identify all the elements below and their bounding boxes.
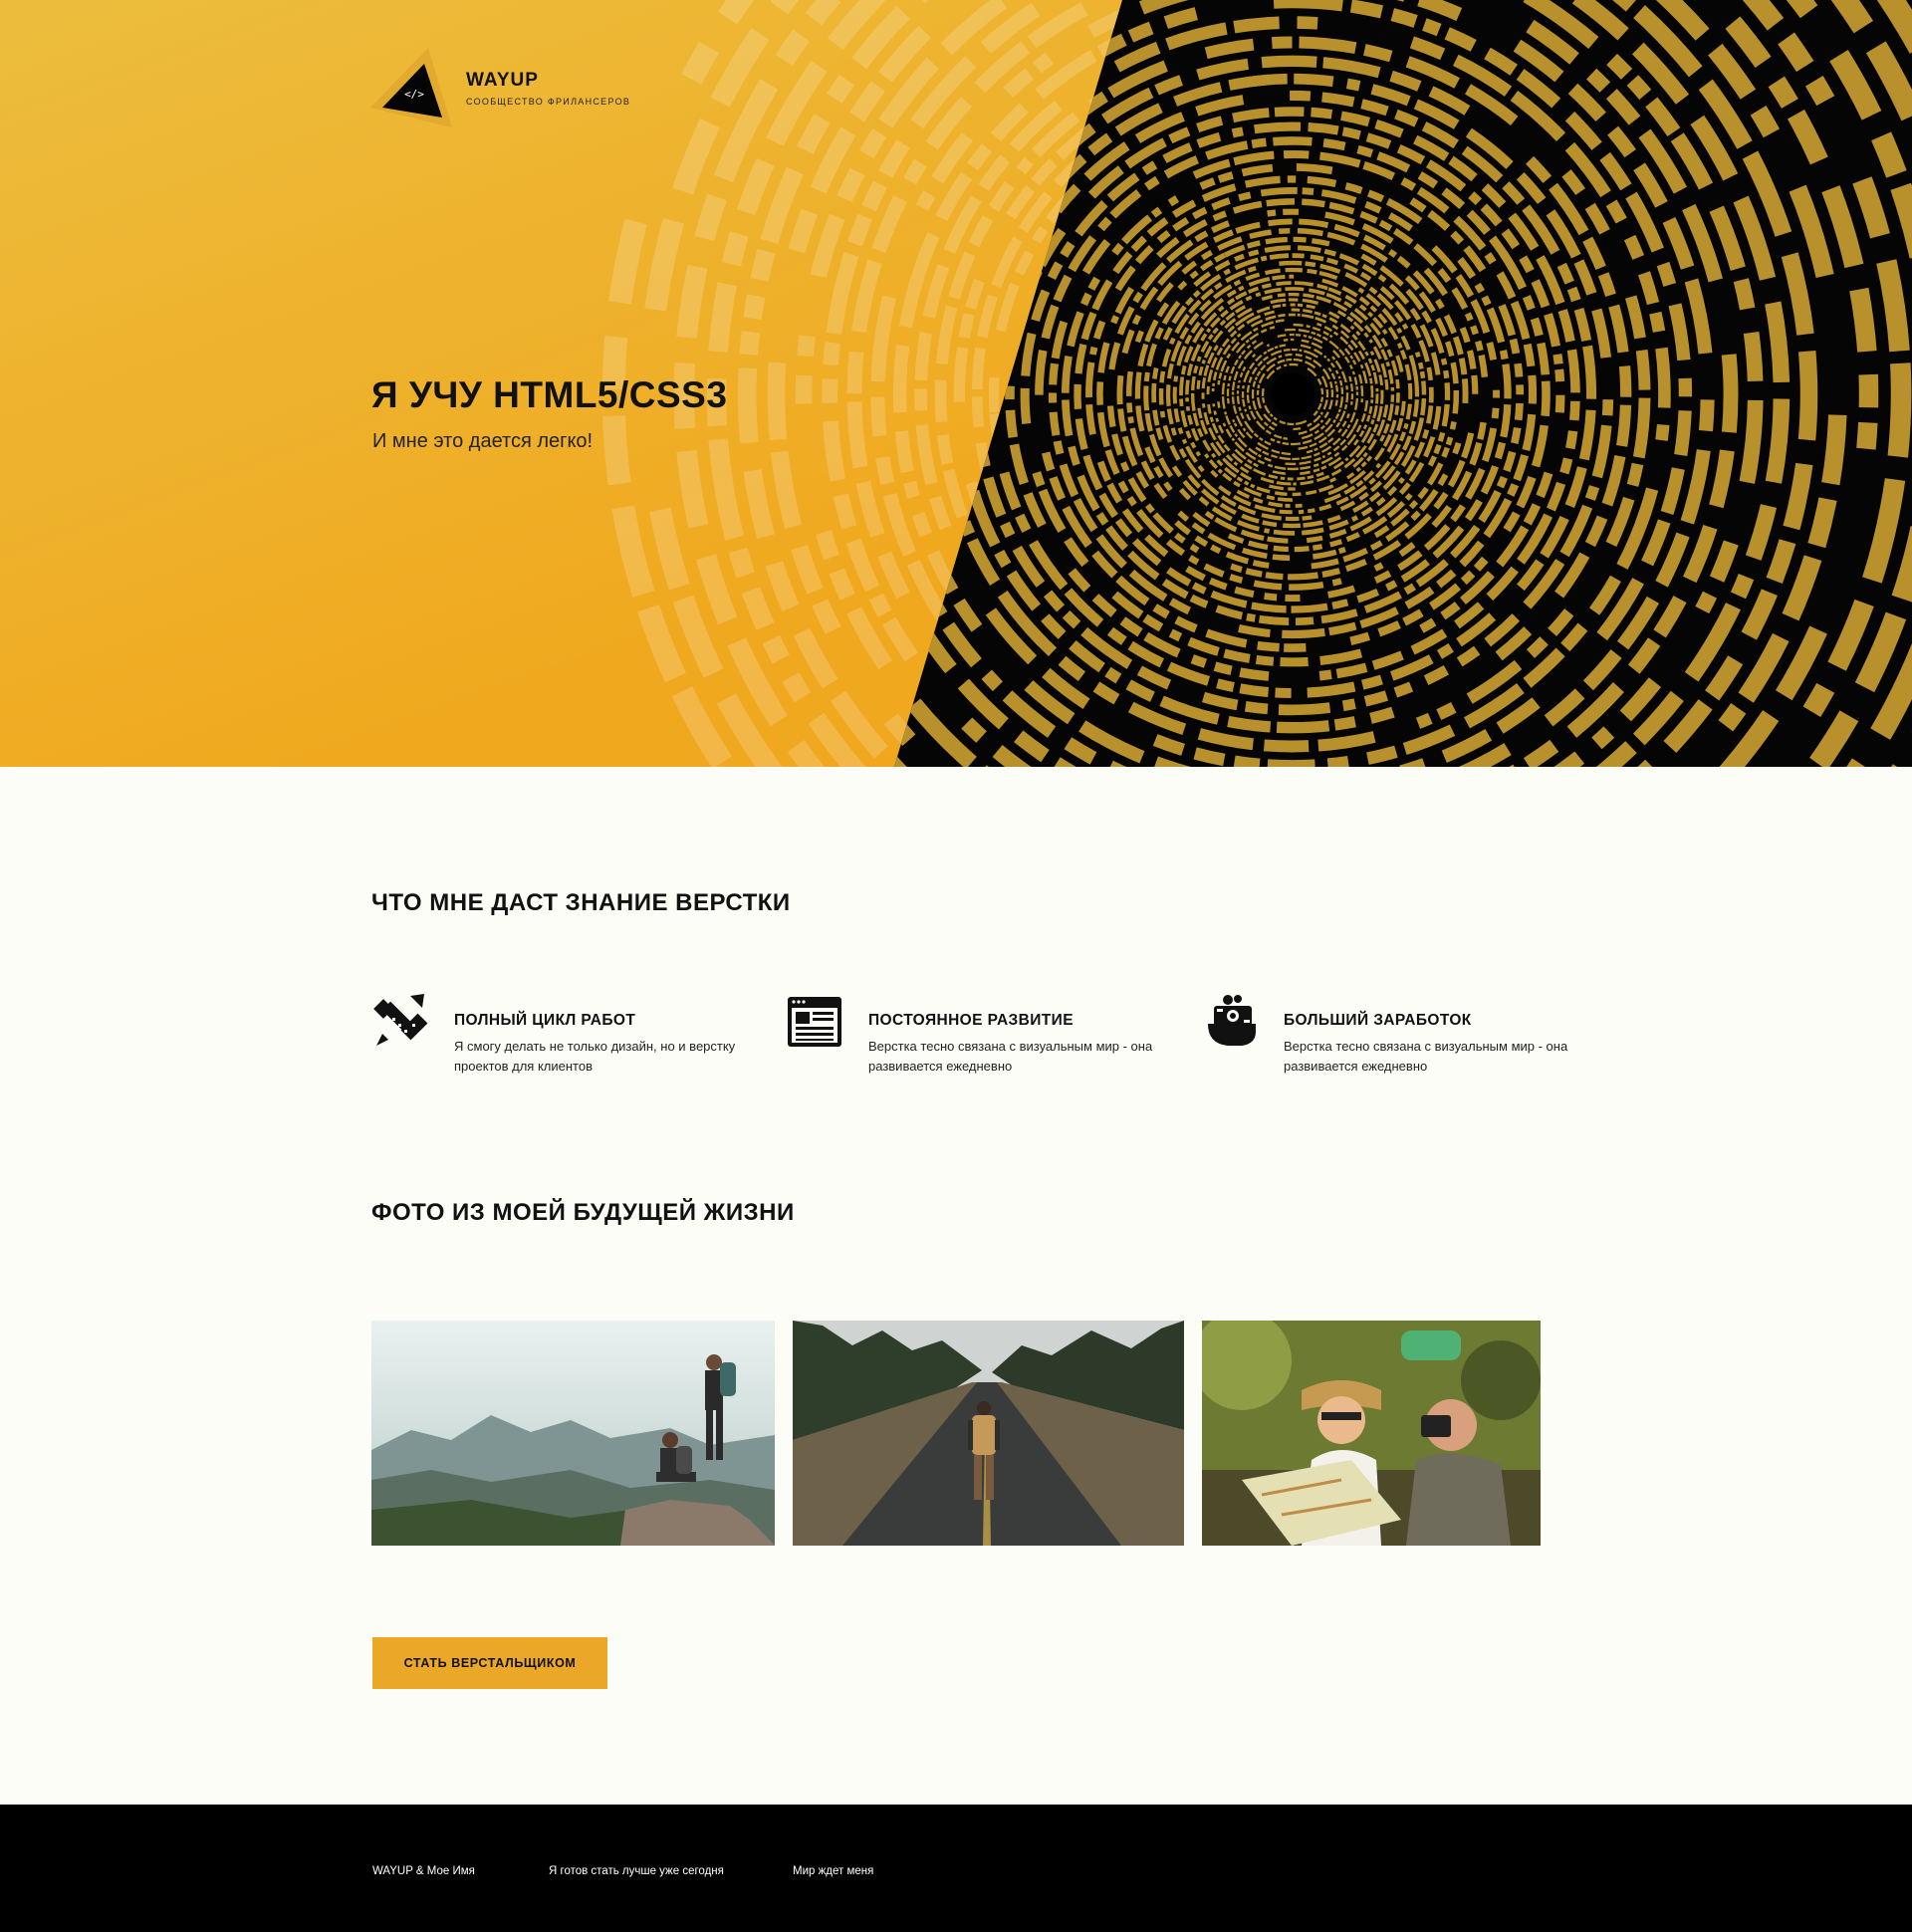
traveler-on-road-image	[793, 1321, 1184, 1546]
gallery-title: ФОТО ИЗ МОЕЙ БУДУЩЕЙ ЖИЗНИ	[371, 1199, 795, 1226]
become-coder-button[interactable]: СТАТЬ ВЕРСТАЛЬЩИКОМ	[372, 1637, 607, 1689]
hero-subtitle: И мне это дается легко!	[372, 430, 594, 452]
footer-slogan: Мир ждет меня	[793, 1865, 874, 1877]
hero-title: Я УЧУ HTML5/CSS3	[371, 374, 728, 415]
footer: WAYUP & Мое Имя Я готов стать лучше уже …	[0, 1805, 1912, 1932]
brand-tagline: СООБЩЕСТВО ФРИЛАНСЕРОВ	[466, 96, 631, 107]
feature-full-cycle: ПОЛНЫЙ ЦИКЛ РАБОТ Я смогу делать не толь…	[372, 994, 735, 1077]
design-tools-icon	[373, 994, 428, 1046]
gallery-photo-couple-travelers[interactable]	[1202, 1321, 1541, 1546]
feature-text: Верстка тесно связана с визуальным мир -…	[868, 1039, 1153, 1074]
feature-title: ПОЛНЫЙ ЦИКЛ РАБОТ	[454, 1012, 636, 1029]
features-title: ЧТО МНЕ ДАСТ ЗНАНИЕ ВЕРСТКИ	[371, 889, 791, 916]
svg-text:</>: </>	[404, 88, 424, 101]
feature-title: БОЛЬШИЙ ЗАРАБОТОК	[1284, 1012, 1472, 1029]
money-hand-icon	[1208, 995, 1256, 1046]
footer-motto: Я готов стать лучше уже сегодня	[549, 1865, 724, 1877]
feature-higher-income: БОЛЬШИЙ ЗАРАБОТОК Верстка тесно связана …	[1202, 994, 1567, 1077]
logo-triangle-icon: </>	[370, 48, 452, 127]
feature-constant-growth: ПОСТОЯННОЕ РАЗВИТИЕ Верстка тесно связан…	[787, 994, 1152, 1077]
couple-with-map-image	[1202, 1321, 1541, 1546]
browser-layout-icon	[788, 997, 841, 1047]
feature-text: Верстка тесно связана с визуальным мир -…	[1284, 1039, 1568, 1074]
hikers-on-cliff-image	[371, 1321, 775, 1546]
hero-pattern-graphic	[601, 0, 1912, 767]
brand-logo[interactable]: </> WAYUP СООБЩЕСТВО ФРИЛАНСЕРОВ	[370, 46, 630, 129]
footer-copyright: WAYUP & Мое Имя	[372, 1865, 475, 1877]
feature-text: Я смогу делать не только дизайн, но и ве…	[454, 1039, 736, 1074]
gallery-photo-mountain-hikers[interactable]	[371, 1321, 775, 1546]
hero-section: </> WAYUP СООБЩЕСТВО ФРИЛАНСЕРОВ Я УЧУ H…	[0, 0, 1912, 767]
gallery-photo-road-traveler[interactable]	[793, 1321, 1184, 1546]
brand-name: WAYUP	[466, 69, 539, 91]
feature-title: ПОСТОЯННОЕ РАЗВИТИЕ	[868, 1012, 1074, 1029]
